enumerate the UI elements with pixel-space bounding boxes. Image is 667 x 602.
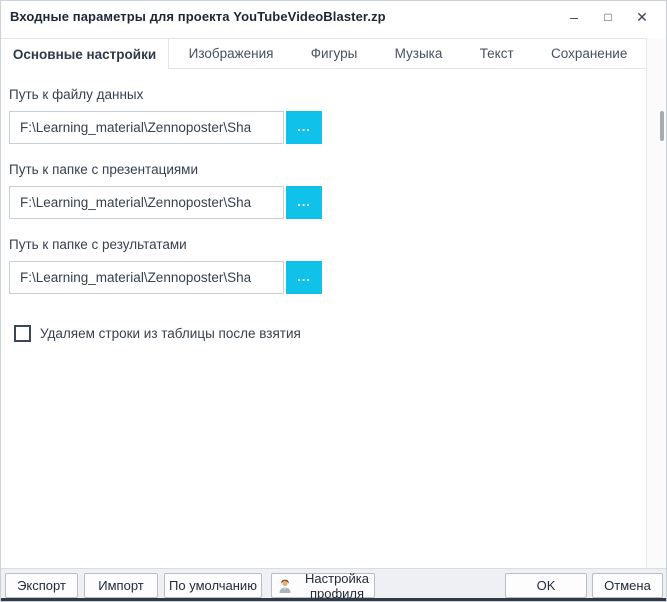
ok-button[interactable]: OK	[505, 573, 587, 598]
dialog-window: Входные параметры для проекта YouTubeVid…	[0, 0, 667, 602]
presentations-folder-input[interactable]	[9, 186, 284, 219]
defaults-button[interactable]: По умолчанию	[164, 573, 262, 598]
tab-main-settings[interactable]: Основные настройки	[1, 39, 169, 69]
window-controls: – □ ✕	[560, 6, 656, 28]
tab-images[interactable]: Изображения	[185, 46, 278, 61]
scrollbar-thumb[interactable]	[660, 111, 664, 141]
export-button[interactable]: Экспорт	[5, 573, 78, 598]
title-bar: Входные параметры для проекта YouTubeVid…	[1, 1, 666, 38]
data-file-path-label: Путь к файлу данных	[9, 87, 144, 102]
person-icon	[279, 579, 291, 593]
bottom-accent-bar	[1, 598, 666, 601]
close-icon[interactable]: ✕	[628, 6, 656, 28]
data-file-path-input[interactable]	[9, 111, 284, 144]
tab-text[interactable]: Текст	[476, 46, 518, 61]
delete-rows-checkbox-label: Удаляем строки из таблицы после взятия	[40, 326, 301, 341]
footer-bar: Экспорт Импорт По умолчанию Настройка пр…	[1, 568, 666, 601]
tab-strip: Изображения Фигуры Музыка Текст Сохранен…	[170, 39, 646, 68]
window-title: Входные параметры для проекта YouTubeVid…	[10, 9, 386, 24]
tab-shapes[interactable]: Фигуры	[307, 46, 362, 61]
presentations-folder-browse-button[interactable]: ...	[286, 186, 322, 219]
field-data-file-path: Путь к файлу данных ...	[9, 87, 322, 144]
cancel-button[interactable]: Отмена	[592, 573, 663, 598]
tab-music[interactable]: Музыка	[391, 46, 447, 61]
vertical-scrollbar[interactable]	[647, 38, 666, 568]
field-presentations-folder-path: Путь к папке с презентациями ...	[9, 162, 322, 219]
delete-rows-checkbox-row: Удаляем строки из таблицы после взятия	[14, 325, 301, 342]
tab-bar: Основные настройки Изображения Фигуры Му…	[1, 38, 666, 69]
profile-settings-label: Настройка профиля	[305, 570, 369, 601]
minimize-icon[interactable]: –	[560, 6, 588, 28]
field-results-folder-path: Путь к папке с результатами ...	[9, 237, 322, 294]
delete-rows-checkbox[interactable]	[14, 325, 31, 342]
results-folder-browse-button[interactable]: ...	[286, 261, 322, 294]
tabbar-bottom-divider	[169, 68, 646, 69]
profile-settings-button[interactable]: Настройка профиля	[271, 570, 375, 601]
presentations-folder-label: Путь к папке с презентациями	[9, 162, 198, 177]
results-folder-label: Путь к папке с результатами	[9, 237, 187, 252]
data-file-browse-button[interactable]: ...	[286, 111, 322, 144]
import-button[interactable]: Импорт	[84, 573, 158, 598]
results-folder-input[interactable]	[9, 261, 284, 294]
tab-saving[interactable]: Сохранение	[547, 46, 631, 61]
maximize-icon[interactable]: □	[594, 6, 622, 28]
